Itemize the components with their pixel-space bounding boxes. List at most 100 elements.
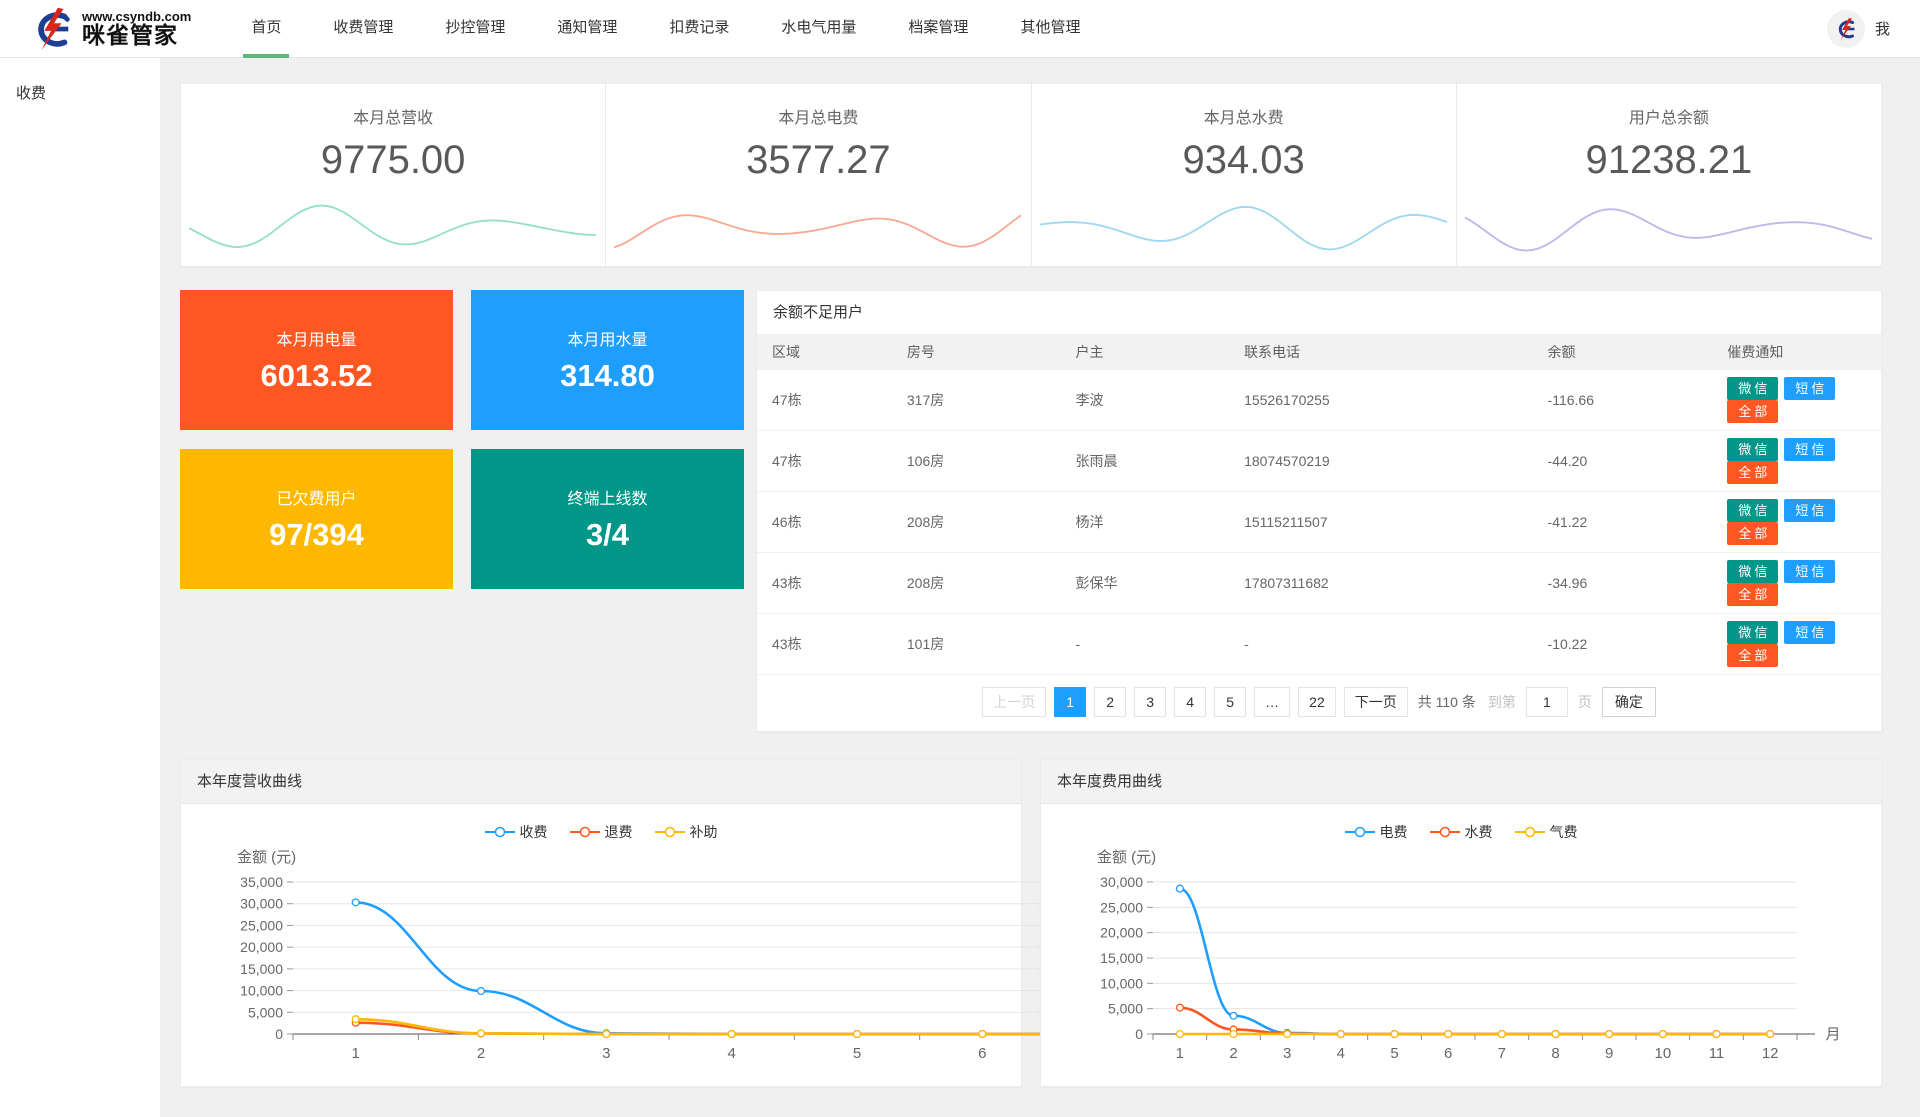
- legend-item-收费[interactable]: 收费: [485, 822, 548, 842]
- chart-plot: 金额 (元)05,00010,00015,00020,00025,00030,0…: [193, 844, 1009, 1076]
- cell-room: 317房: [892, 370, 1061, 431]
- kpi-tile-2[interactable]: 已欠费用户97/394: [180, 449, 453, 589]
- table-row: 43栋101房---10.22微信短信全部: [757, 614, 1881, 675]
- svg-text:6: 6: [978, 1045, 986, 1062]
- stat-title: 用户总余额: [1629, 104, 1709, 128]
- cell-owner: 杨洋: [1060, 492, 1229, 553]
- main-content: 本月总营收 9775.00 本月总电费3577.27 本月总水费 934.03 用户总余额…: [160, 58, 1920, 1117]
- legend-item-气费[interactable]: 气费: [1515, 822, 1578, 842]
- all-notify-button[interactable]: 全部: [1727, 522, 1778, 545]
- chart-legend: 电费 水费 气费: [1053, 810, 1869, 844]
- sidebar-item-0[interactable]: 收费: [0, 70, 160, 115]
- site-url: www.csyndb.com: [82, 10, 191, 24]
- stat-title: 本月总营收: [353, 104, 433, 128]
- logo-text: www.csyndb.com 咪雀管家: [82, 10, 191, 48]
- cell-area: 46栋: [757, 492, 892, 553]
- goto-prefix: 到第: [1488, 692, 1516, 712]
- nav-item-2[interactable]: 抄控管理: [419, 0, 531, 58]
- cell-actions: 微信短信全部: [1712, 431, 1881, 492]
- page-next-button[interactable]: 下一页: [1344, 687, 1408, 717]
- page-button-1[interactable]: 1: [1054, 687, 1086, 717]
- legend-label: 电费: [1380, 822, 1408, 842]
- svg-text:4: 4: [727, 1045, 735, 1062]
- chart-title: 本年度费用曲线: [1041, 760, 1881, 804]
- svg-text:1: 1: [1176, 1045, 1184, 1062]
- svg-text:3: 3: [602, 1045, 610, 1062]
- svg-text:20,000: 20,000: [1100, 925, 1143, 941]
- svg-text:25,000: 25,000: [240, 917, 283, 933]
- nav-item-4[interactable]: 扣费记录: [643, 0, 755, 58]
- page-button-5[interactable]: 5: [1214, 687, 1246, 717]
- sms-notify-button[interactable]: 短信: [1784, 377, 1835, 400]
- all-notify-button[interactable]: 全部: [1727, 461, 1778, 484]
- wechat-notify-button[interactable]: 微信: [1727, 377, 1778, 400]
- all-notify-button[interactable]: 全部: [1727, 400, 1778, 423]
- cell-phone: 17807311682: [1229, 553, 1532, 614]
- page-prev-button[interactable]: 上一页: [982, 687, 1046, 717]
- stat-value: 9775.00: [321, 138, 466, 183]
- stat-card-0: 本月总营收 9775.00: [181, 84, 605, 266]
- stat-card-1: 本月总电费3577.27: [605, 84, 1030, 266]
- legend-item-水费[interactable]: 水费: [1430, 822, 1493, 842]
- wechat-notify-button[interactable]: 微信: [1727, 560, 1778, 583]
- tile-label: 本月用水量: [567, 326, 647, 350]
- svg-text:30,000: 30,000: [1100, 874, 1143, 890]
- wechat-notify-button[interactable]: 微信: [1727, 499, 1778, 522]
- wechat-notify-button[interactable]: 微信: [1727, 621, 1778, 644]
- nav-item-3[interactable]: 通知管理: [531, 0, 643, 58]
- page-button-4[interactable]: 4: [1174, 687, 1206, 717]
- cell-actions: 微信短信全部: [1712, 370, 1881, 431]
- stats-panel: 本月总营收 9775.00 本月总电费3577.27 本月总水费 934.03 用户总余额…: [180, 83, 1882, 267]
- cell-room: 106房: [892, 431, 1061, 492]
- kpi-tile-3[interactable]: 终端上线数3/4: [471, 449, 744, 589]
- user-menu[interactable]: 我: [1827, 10, 1920, 48]
- sms-notify-button[interactable]: 短信: [1784, 499, 1835, 522]
- tile-value: 97/394: [269, 517, 364, 553]
- chart-plot: 金额 (元)05,00010,00015,00020,00025,00030,0…: [1053, 844, 1869, 1076]
- page-button-3[interactable]: 3: [1134, 687, 1166, 717]
- svg-text:11: 11: [1709, 1045, 1725, 1062]
- page-button-22[interactable]: 22: [1298, 687, 1336, 717]
- sms-notify-button[interactable]: 短信: [1784, 560, 1835, 583]
- cell-balance: -41.22: [1533, 492, 1713, 553]
- page-ellipsis[interactable]: …: [1254, 687, 1290, 717]
- all-notify-button[interactable]: 全部: [1727, 644, 1778, 667]
- kpi-tile-0[interactable]: 本月用电量6013.52: [180, 290, 453, 430]
- stat-title: 本月总水费: [1204, 104, 1284, 128]
- nav-item-5[interactable]: 水电气用量: [755, 0, 882, 58]
- balance-table-card: 余额不足用户 区域房号户主联系电话余额催费通知 47栋317房李波1552617…: [756, 290, 1882, 732]
- legend-item-补助[interactable]: 补助: [655, 822, 718, 842]
- sms-notify-button[interactable]: 短信: [1784, 438, 1835, 461]
- table-row: 46栋208房杨洋15115211507-41.22微信短信全部: [757, 492, 1881, 553]
- all-notify-button[interactable]: 全部: [1727, 583, 1778, 606]
- goto-page-input[interactable]: [1526, 687, 1568, 717]
- top-navbar: www.csyndb.com 咪雀管家 首页收费管理抄控管理通知管理扣费记录水电…: [0, 0, 1920, 58]
- column-header-4: 余额: [1533, 335, 1713, 370]
- kpi-tile-1[interactable]: 本月用水量314.80: [471, 290, 744, 430]
- chart-card-0: 本年度营收曲线收费退费补助金额 (元)05,00010,00015,00020,…: [180, 759, 1022, 1087]
- wechat-notify-button[interactable]: 微信: [1727, 438, 1778, 461]
- cell-room: 208房: [892, 553, 1061, 614]
- svg-text:5: 5: [1390, 1045, 1398, 1062]
- nav-item-6[interactable]: 档案管理: [882, 0, 994, 58]
- legend-label: 气费: [1550, 822, 1578, 842]
- svg-text:2: 2: [477, 1045, 485, 1062]
- nav-item-1[interactable]: 收费管理: [307, 0, 419, 58]
- legend-item-退费[interactable]: 退费: [570, 822, 633, 842]
- svg-text:2: 2: [1229, 1045, 1237, 1062]
- svg-text:10,000: 10,000: [240, 983, 283, 999]
- nav-item-0[interactable]: 首页: [225, 0, 307, 58]
- cell-owner: 张雨晨: [1060, 431, 1229, 492]
- stat-value: 934.03: [1182, 138, 1304, 183]
- nav-item-7[interactable]: 其他管理: [994, 0, 1106, 58]
- sms-notify-button[interactable]: 短信: [1784, 621, 1835, 644]
- goto-confirm-button[interactable]: 确定: [1602, 687, 1656, 717]
- cell-balance: -116.66: [1533, 370, 1713, 431]
- svg-text:10,000: 10,000: [1100, 975, 1143, 991]
- legend-item-电费[interactable]: 电费: [1345, 822, 1408, 842]
- table-row: 43栋208房彭保华17807311682-34.96微信短信全部: [757, 553, 1881, 614]
- cell-area: 47栋: [757, 370, 892, 431]
- logo[interactable]: www.csyndb.com 咪雀管家: [0, 6, 209, 52]
- page-button-2[interactable]: 2: [1094, 687, 1126, 717]
- cell-phone: 18074570219: [1229, 431, 1532, 492]
